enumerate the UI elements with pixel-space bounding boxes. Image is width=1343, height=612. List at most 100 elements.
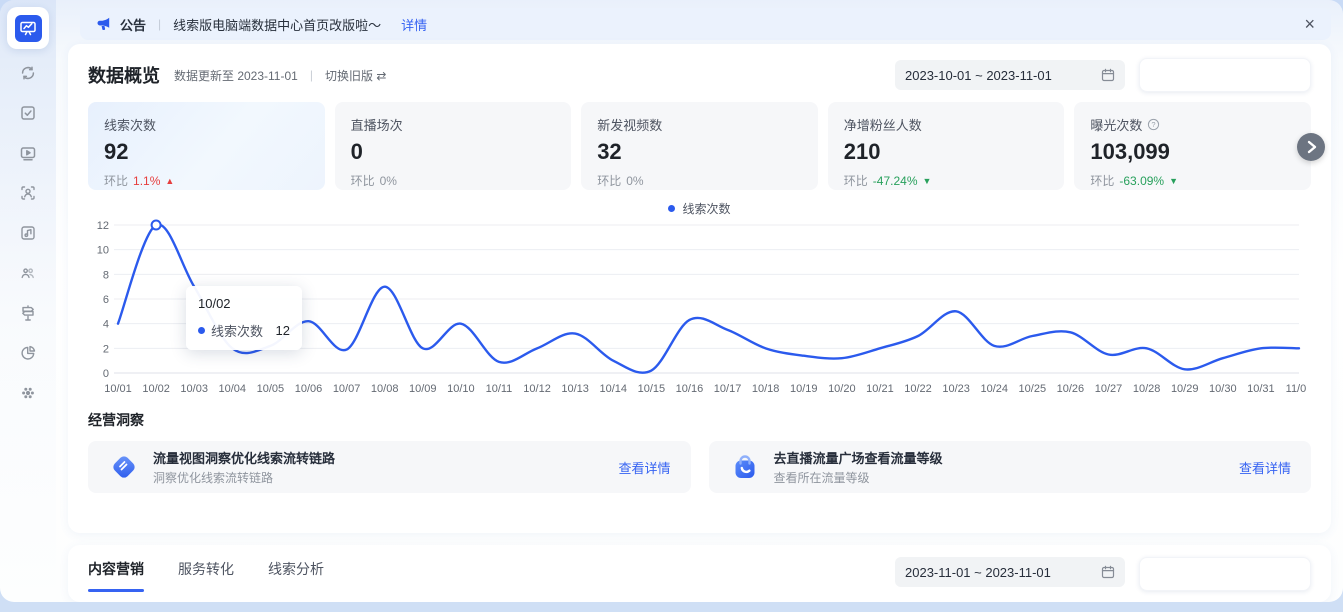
svg-text:10/08: 10/08 [371,383,399,395]
view-details-link[interactable]: 查看详情 [618,458,670,477]
stat-card-leads[interactable]: 线索次数 92 环比 1.1% ▲ [88,102,325,190]
sidebar [0,0,56,602]
settings-icon[interactable] [19,384,37,402]
leads-trend-chart: 线索次数 02468101210/0110/0210/0310/0410/051… [88,200,1311,398]
stat-label: 新发视频数 [597,115,802,134]
svg-text:10/22: 10/22 [904,383,932,395]
stat-delta: 环比 0% [351,172,556,189]
svg-text:10: 10 [97,245,109,257]
svg-text:10/16: 10/16 [676,383,704,395]
svg-text:10/26: 10/26 [1057,383,1085,395]
signpost-icon[interactable] [19,304,37,322]
calendar-icon [1101,565,1115,579]
stat-delta: 环比 -47.24% ▼ [844,172,1049,189]
svg-text:10/15: 10/15 [638,383,666,395]
svg-text:10/30: 10/30 [1209,383,1237,395]
customer-focus-icon[interactable] [19,184,37,202]
stat-value: 210 [844,139,1049,165]
overview-panel: 数据概览 数据更新至 2023-11-01 | 切换旧版 ⇄ 2023-10-0… [68,44,1331,533]
view-details-link[interactable]: 查看详情 [1239,458,1291,477]
sidebar-nav [0,64,56,402]
svg-text:10/29: 10/29 [1171,383,1199,395]
switch-old-version-link[interactable]: 切换旧版 ⇄ [325,67,386,84]
svg-text:0: 0 [103,368,109,380]
stat-value: 92 [104,139,309,165]
tooltip-date: 10/02 [198,296,290,311]
stat-value: 32 [597,139,802,165]
insight-subtitle: 洞察优化线索流转链路 [153,469,335,486]
switch-arrows-icon: ⇄ [376,69,386,83]
pie-chart-icon[interactable] [19,344,37,362]
svg-text:10/24: 10/24 [980,383,1008,395]
svg-text:10/18: 10/18 [752,383,780,395]
refresh-icon[interactable] [19,64,37,82]
panel-placeholder [1139,58,1311,92]
bottom-tabs: 内容营销 服务转化 线索分析 [88,559,324,592]
bottom-date-range-picker[interactable]: 2023-11-01 ~ 2023-11-01 [895,557,1125,587]
svg-text:4: 4 [103,319,109,331]
date-range-picker[interactable]: 2023-10-01 ~ 2023-11-01 [895,60,1125,90]
panel-placeholder [1139,557,1311,591]
stat-delta: 环比 -63.09% ▼ [1090,172,1295,189]
svg-text:10/09: 10/09 [409,383,437,395]
svg-text:10/31: 10/31 [1247,383,1275,395]
insight-subtitle: 查看所在流量等级 [774,469,943,486]
stat-card-exposure[interactable]: 曝光次数 ? 103,099 环比 -63.09% ▼ [1074,102,1311,190]
tooltip-series-value: 12 [276,323,290,338]
app-window: 公告 | 线索版电脑端数据中心首页改版啦～ 详情 × 数据概览 数据更新至 20… [0,0,1343,602]
insight-card-live-traffic[interactable]: 去直播流量广场查看流量等级 查看所在流量等级 查看详情 [709,441,1312,493]
help-icon[interactable]: ? [1147,118,1160,131]
insight-card-traffic-view[interactable]: 流量视图洞察优化线索流转链路 洞察优化线索流转链路 查看详情 [88,441,691,493]
svg-text:12: 12 [97,220,109,232]
chart-tooltip: 10/02 线索次数 12 [186,286,302,350]
svg-text:10/11: 10/11 [486,383,513,395]
chart-legend[interactable]: 线索次数 [88,200,1311,216]
bottom-panel: 内容营销 服务转化 线索分析 2023-11-01 ~ 2023-11-01 [68,545,1331,602]
video-icon[interactable] [19,144,37,162]
svg-text:10/03: 10/03 [180,383,208,395]
insights-title: 经营洞察 [88,410,1311,430]
announcement-detail-link[interactable]: 详情 [401,15,427,34]
svg-text:10/14: 10/14 [599,383,627,395]
svg-text:2: 2 [103,343,109,355]
svg-text:10/13: 10/13 [561,383,589,395]
svg-text:10/07: 10/07 [333,383,361,395]
scroll-right-button[interactable] [1297,133,1325,161]
task-check-icon[interactable] [19,104,37,122]
calendar-icon [1101,68,1115,82]
svg-text:10/20: 10/20 [828,383,856,395]
trend-up-icon: ▲ [165,176,174,186]
page-title: 数据概览 [88,62,160,88]
sidebar-item-data-center[interactable] [7,7,49,49]
svg-text:10/17: 10/17 [714,383,742,395]
tab-service-conversion[interactable]: 服务转化 [178,559,234,592]
announcement-bar: 公告 | 线索版电脑端数据中心首页改版啦～ 详情 × [80,8,1331,40]
svg-text:10/23: 10/23 [942,383,970,395]
stat-label: 曝光次数 ? [1090,115,1295,134]
tooltip-series-dot-icon [198,327,205,334]
svg-text:10/05: 10/05 [257,383,285,395]
stat-value: 0 [351,139,556,165]
tab-leads-analysis[interactable]: 线索分析 [268,559,324,592]
close-icon[interactable]: × [1304,15,1315,33]
trend-down-icon: ▼ [1169,176,1178,186]
svg-text:10/21: 10/21 [866,383,894,395]
tab-content-marketing[interactable]: 内容营销 [88,559,144,592]
svg-text:10/28: 10/28 [1133,383,1161,395]
stat-card-new-videos[interactable]: 新发视频数 32 环比 0% [581,102,818,190]
insight-title: 去直播流量广场查看流量等级 [774,448,943,467]
stat-card-net-fans[interactable]: 净增粉丝人数 210 环比 -47.24% ▼ [828,102,1065,190]
legend-dot-icon [668,205,675,212]
stat-value: 103,099 [1090,139,1295,165]
svg-text:10/02: 10/02 [142,383,170,395]
svg-text:10/01: 10/01 [104,383,132,395]
stat-label: 线索次数 [104,115,309,134]
trend-down-icon: ▼ [923,176,932,186]
tag-diamond-icon [108,451,140,483]
content-note-icon[interactable] [19,224,37,242]
audience-icon[interactable] [19,264,37,282]
insight-title: 流量视图洞察优化线索流转链路 [153,448,335,467]
stat-card-live-sessions[interactable]: 直播场次 0 环比 0% [335,102,572,190]
svg-text:?: ? [1152,120,1156,129]
stat-label: 净增粉丝人数 [844,115,1049,134]
